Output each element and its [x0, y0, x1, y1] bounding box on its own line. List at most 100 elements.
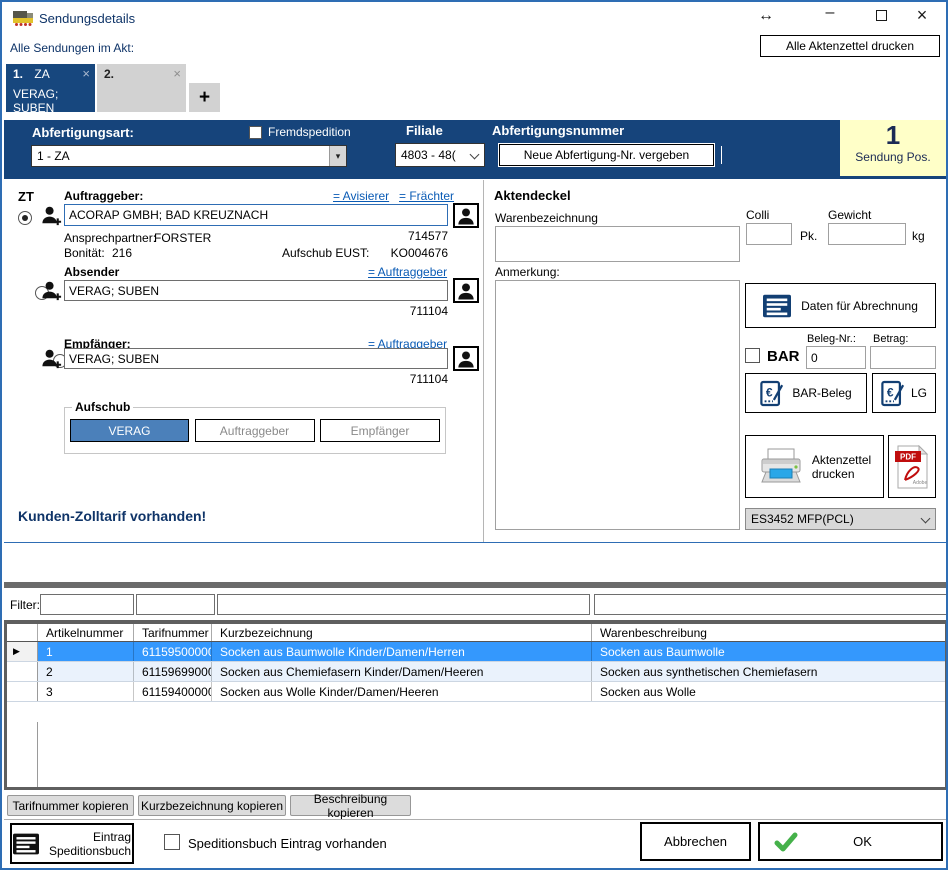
anmerkung-input[interactable]	[495, 280, 740, 530]
betrag-input[interactable]	[870, 346, 936, 369]
printer-value: ES3452 MFP(PCL)	[746, 512, 922, 526]
filter-artikelnummer-input[interactable]	[40, 594, 134, 615]
bonitaet-label: Bonität:	[64, 246, 105, 260]
panel-divider	[483, 180, 484, 542]
auftraggeber-lookup-button[interactable]	[453, 203, 479, 228]
absender-label: Absender	[64, 265, 119, 279]
eintrag-speditionsbuch-button[interactable]: Eintrag Speditionsbuch	[10, 823, 134, 864]
abbrechen-button[interactable]: Abbrechen	[640, 822, 751, 861]
cell-kurzbezeichnung: Socken aus Wolle Kinder/Damen/Heeren	[212, 682, 592, 701]
tab2-index: 2.	[104, 67, 114, 81]
minimize-button[interactable]: –	[820, 4, 840, 22]
daten-abrechnung-button[interactable]: Daten für Abrechnung	[745, 283, 936, 328]
sendung-pos-label: Sendung Pos.	[840, 150, 946, 164]
chevron-down-icon	[921, 513, 931, 523]
svg-text:€: €	[887, 385, 894, 399]
add-person-icon[interactable]	[40, 348, 63, 370]
tab-shipment-1[interactable]: 1. ZA × VERAG; SUBEN	[6, 64, 95, 112]
add-person-icon[interactable]	[40, 205, 63, 227]
maximize-icon	[876, 10, 887, 21]
neue-abfertigungsnummer-button[interactable]: Neue Abfertigung-Nr. vergeben	[499, 144, 714, 166]
tab2-close-icon[interactable]: ×	[173, 66, 181, 81]
cell-warenbeschreibung: Socken aus synthetischen Chemiefasern	[592, 662, 945, 681]
auftraggeber-number: 714577	[348, 229, 448, 243]
cell-warenbeschreibung: Socken aus Baumwolle	[592, 642, 945, 661]
filiale-select[interactable]: 4803 - 48(	[395, 143, 485, 167]
fraechter-link[interactable]: = Frächter	[399, 189, 454, 203]
print-all-aktenzettel-button[interactable]: Alle Aktenzettel drucken	[760, 35, 940, 57]
fremdspedition-checkbox[interactable]	[249, 126, 262, 139]
resize-icon[interactable]: ↔	[756, 7, 776, 25]
copy-kurzbezeichnung-button[interactable]: Kurzbezeichnung kopieren	[138, 795, 286, 816]
column-header-kurzbezeichnung[interactable]: Kurzbezeichnung	[212, 624, 592, 641]
filter-warenbeschreibung-input[interactable]	[594, 594, 948, 615]
tab-shipment-2[interactable]: 2. ×	[97, 64, 186, 112]
pdf-export-button[interactable]: PDF Adobe	[888, 435, 936, 498]
bar-beleg-button[interactable]: € BAR-Beleg	[745, 373, 867, 413]
row-selector-cell	[7, 662, 38, 681]
column-header-warenbeschreibung[interactable]: Warenbeschreibung	[592, 624, 945, 641]
auftraggeber-input[interactable]	[64, 204, 448, 226]
empfaenger-input[interactable]	[64, 348, 448, 369]
abfertigungsnummer-label: Abfertigungsnummer	[492, 123, 624, 138]
tab1-code: ZA	[34, 67, 49, 81]
column-header-artikelnummer[interactable]: Artikelnummer	[38, 624, 134, 641]
articles-grid: Artikelnummer Tarifnummer Kurzbezeichnun…	[4, 620, 948, 790]
beleg-nr-input[interactable]	[806, 346, 866, 369]
auftraggeber-radio[interactable]	[18, 211, 32, 225]
warenbezeichnung-input[interactable]	[495, 226, 740, 262]
warenbezeichnung-label: Warenbezeichnung	[495, 211, 598, 225]
table-section-divider	[4, 582, 948, 588]
printer-icon	[758, 447, 804, 487]
table-row[interactable]: 3 61159400000 Socken aus Wolle Kinder/Da…	[7, 682, 945, 702]
gewicht-input[interactable]	[828, 223, 906, 245]
grid-selector-header	[7, 624, 38, 641]
aufschub-group: Aufschub VERAG Auftraggeber Empfänger	[64, 400, 446, 454]
eintrag-label-1: Eintrag	[93, 830, 131, 844]
absender-lookup-button[interactable]	[453, 278, 479, 303]
aktenzettel-drucken-button[interactable]: Aktenzettel drucken	[745, 435, 884, 498]
row-selector-cell	[7, 682, 38, 701]
bonitaet-value: 216	[112, 246, 132, 260]
aufschub-auftraggeber-button[interactable]: Auftraggeber	[195, 419, 315, 442]
tab1-line1: VERAG;	[13, 87, 95, 101]
filiale-value: 4803 - 48(	[396, 148, 471, 162]
empfaenger-lookup-button[interactable]	[453, 346, 479, 371]
svg-text:Adobe: Adobe	[913, 480, 928, 486]
close-button[interactable]: ×	[912, 5, 932, 26]
svg-text:€: €	[766, 385, 773, 399]
copy-beschreibung-button[interactable]: Beschreibung kopieren	[290, 795, 411, 816]
printer-select[interactable]: ES3452 MFP(PCL)	[745, 508, 936, 530]
column-header-tarifnummer[interactable]: Tarifnummer	[134, 624, 212, 641]
band-separator	[721, 146, 722, 164]
tab1-close-icon[interactable]: ×	[82, 66, 90, 81]
cell-kurzbezeichnung: Socken aus Chemiefasern Kinder/Damen/Hee…	[212, 662, 592, 681]
maximize-button[interactable]	[876, 10, 887, 24]
table-row[interactable]: ▶ 1 61159500000 Socken aus Baumwolle Kin…	[7, 642, 945, 662]
table-row[interactable]: 2 61159699000 Socken aus Chemiefasern Ki…	[7, 662, 945, 682]
section-border	[4, 542, 948, 543]
eintrag-label-2: Speditionsbuch	[49, 844, 131, 858]
aufschub-verag-button[interactable]: VERAG	[70, 419, 189, 442]
all-shipments-label: Alle Sendungen im Akt:	[10, 41, 134, 55]
speditionsbuch-checkbox[interactable]	[164, 834, 180, 850]
aufschub-empfaenger-button[interactable]: Empfänger	[320, 419, 440, 442]
lg-button[interactable]: € LG	[872, 373, 936, 413]
person-icon	[457, 350, 475, 368]
absender-input[interactable]	[64, 280, 448, 301]
chevron-down-icon	[470, 149, 480, 159]
filter-kurzbezeichnung-input[interactable]	[217, 594, 590, 615]
ok-button[interactable]: OK	[758, 822, 943, 861]
add-person-icon[interactable]	[40, 280, 63, 302]
bar-checkbox[interactable]	[745, 348, 760, 363]
abfertigungsart-select[interactable]: 1 - ZA ▾	[31, 145, 347, 167]
add-shipment-tab-button[interactable]: +	[189, 83, 220, 112]
copy-tarifnummer-button[interactable]: Tarifnummer kopieren	[7, 795, 134, 816]
ansprechpartner-label: Ansprechpartner:	[64, 231, 156, 245]
filter-tarifnummer-input[interactable]	[136, 594, 215, 615]
absender-auftraggeber-link[interactable]: = Auftraggeber	[368, 265, 447, 279]
avisierer-link[interactable]: = Avisierer	[333, 189, 389, 203]
aufschub-legend: Aufschub	[72, 400, 133, 414]
abfertigungsart-value: 1 - ZA	[32, 149, 329, 163]
colli-input[interactable]	[746, 223, 792, 245]
